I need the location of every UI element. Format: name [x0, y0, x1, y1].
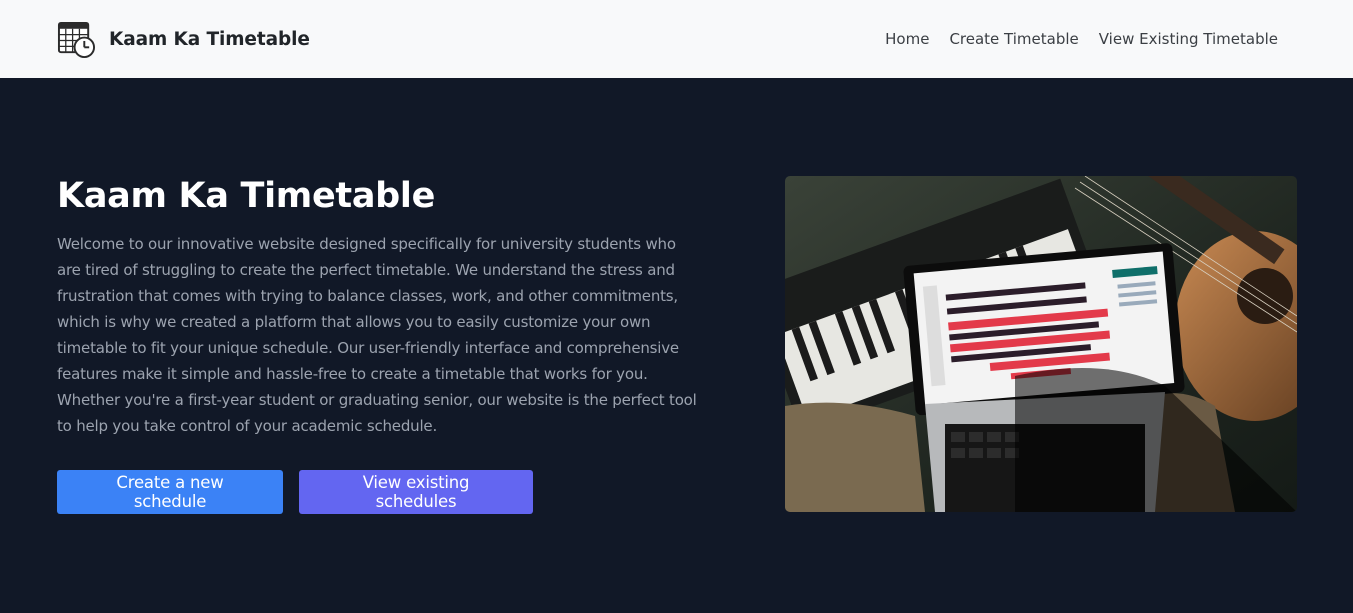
- calendar-clock-icon: [57, 21, 96, 58]
- hero-description: Welcome to our innovative website design…: [57, 235, 697, 435]
- hero-image: [785, 176, 1297, 512]
- hero-section: Kaam Ka Timetable Welcome to our innovat…: [57, 174, 697, 514]
- hero-actions: Create a new schedule View existing sche…: [57, 470, 533, 514]
- nav-links: Home Create Timetable View Existing Time…: [885, 30, 1278, 48]
- navbar: Kaam Ka Timetable Home Create Timetable …: [0, 0, 1353, 78]
- brand-name: Kaam Ka Timetable: [109, 28, 310, 50]
- nav-link-view-existing-timetable[interactable]: View Existing Timetable: [1099, 30, 1278, 48]
- hero-title: Kaam Ka Timetable: [57, 176, 436, 216]
- view-schedules-button[interactable]: View existing schedules: [299, 470, 533, 514]
- create-schedule-button[interactable]: Create a new schedule: [57, 470, 283, 514]
- nav-link-create-timetable[interactable]: Create Timetable: [949, 30, 1078, 48]
- nav-link-home[interactable]: Home: [885, 30, 929, 48]
- brand-link[interactable]: Kaam Ka Timetable: [57, 20, 310, 59]
